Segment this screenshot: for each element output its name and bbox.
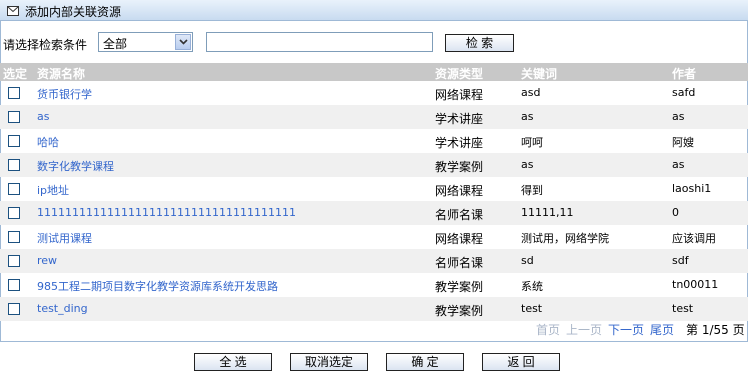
row-checkbox[interactable] [8, 303, 20, 315]
resource-name-link[interactable]: as [37, 110, 49, 123]
select-all-button[interactable]: 全 选 [194, 353, 272, 371]
resource-keywords: 系统 [521, 280, 543, 293]
resource-name-link[interactable]: 数字化教学课程 [37, 158, 114, 174]
resource-type: 教学案例 [435, 160, 484, 174]
resource-name-link[interactable]: rew [37, 254, 57, 267]
last-page-link[interactable]: 尾页 [650, 321, 674, 338]
prev-page-link[interactable]: 上一页 [566, 321, 602, 338]
table-row: 哈哈 学术讲座 呵呵 阿嫂 [0, 129, 748, 153]
resource-type: 学术讲座 [435, 112, 484, 126]
table-row: as 学术讲座 as as [0, 105, 748, 129]
resource-author: as [672, 110, 685, 123]
resource-keywords: 测试用，网络学院 [521, 232, 609, 245]
resource-type: 名师名课 [435, 208, 484, 222]
resource-name-link[interactable]: 1111111111111111111111111111111111111 [37, 206, 296, 219]
resource-keywords: asd [521, 86, 541, 99]
resource-author: laoshi1 [672, 182, 712, 195]
row-checkbox[interactable] [8, 135, 20, 147]
resource-name-link[interactable]: ip地址 [37, 182, 69, 198]
resource-type: 网络课程 [435, 184, 484, 198]
resource-type: 名师名课 [435, 256, 484, 270]
resource-author: sdf [672, 254, 689, 267]
deselect-button[interactable]: 取消选定 [290, 353, 368, 371]
first-page-link[interactable]: 首页 [536, 321, 560, 338]
resource-type: 网络课程 [435, 232, 484, 246]
search-input[interactable] [206, 32, 433, 52]
row-checkbox[interactable] [8, 255, 20, 267]
resource-author: safd [672, 86, 696, 99]
resource-name-link[interactable]: test_ding [37, 302, 88, 315]
resource-keywords: sd [521, 254, 534, 267]
table-row: 货币银行学 网络课程 asd safd [0, 81, 748, 105]
next-page-link[interactable]: 下一页 [608, 321, 644, 338]
resource-keywords: as [521, 158, 534, 171]
back-button[interactable]: 返 回 [482, 353, 560, 371]
search-condition-label: 请选择检索条件 [3, 38, 88, 52]
resource-type: 教学案例 [435, 280, 484, 294]
row-checkbox[interactable] [8, 159, 20, 171]
header-name: 资源名称 [37, 67, 86, 81]
table-row: 测试用课程 网络课程 测试用，网络学院 应该调用 [0, 225, 748, 249]
row-checkbox[interactable] [8, 87, 20, 99]
row-checkbox[interactable] [8, 183, 20, 195]
row-checkbox[interactable] [8, 207, 20, 219]
table-row: rew 名师名课 sd sdf [0, 249, 748, 273]
resource-author: 0 [672, 206, 679, 219]
resource-keywords: 得到 [521, 184, 543, 197]
page-status: 第 1/55 页 [686, 323, 745, 337]
search-condition-select[interactable]: 全部 [98, 32, 193, 52]
resource-type: 学术讲座 [435, 136, 484, 150]
window-title: 添加内部关联资源 [25, 5, 122, 19]
confirm-button[interactable]: 确 定 [386, 353, 464, 371]
header-select: 选定 [3, 67, 28, 81]
table-row: ip地址 网络课程 得到 laoshi1 [0, 177, 748, 201]
resource-name-link[interactable]: 哈哈 [37, 134, 59, 150]
resource-author: tn00011 [672, 278, 719, 291]
title-bar: 添加内部关联资源 [0, 0, 748, 21]
search-button[interactable]: 检 索 [445, 34, 514, 52]
table-row: test_ding 教学案例 test test [0, 297, 748, 321]
resource-keywords: test [521, 302, 543, 315]
row-checkbox[interactable] [8, 279, 20, 291]
search-condition-value: 全部 [103, 37, 128, 51]
resource-author: as [672, 158, 685, 171]
resource-author: test [672, 302, 694, 315]
table-row: 数字化教学课程 教学案例 as as [0, 153, 748, 177]
row-checkbox[interactable] [8, 111, 20, 123]
resource-keywords: as [521, 110, 534, 123]
envelope-icon [7, 5, 19, 19]
resource-type: 教学案例 [435, 304, 484, 318]
resource-name-link[interactable]: 货币银行学 [37, 86, 92, 102]
header-type: 资源类型 [435, 67, 484, 81]
resource-type: 网络课程 [435, 88, 484, 102]
header-author: 作者 [672, 67, 697, 81]
header-keywords: 关键词 [521, 67, 558, 81]
resource-keywords: 呵呵 [521, 136, 543, 149]
resource-author: 应该调用 [672, 232, 716, 245]
table-row: 1111111111111111111111111111111111111 名师… [0, 201, 748, 225]
resource-keywords: 11111,11 [521, 206, 574, 219]
resource-author: 阿嫂 [672, 136, 694, 149]
chevron-down-icon[interactable] [175, 34, 191, 50]
row-checkbox[interactable] [8, 231, 20, 243]
resource-name-link[interactable]: 测试用课程 [37, 230, 92, 246]
table-header: 选定 资源名称 资源类型 关键词 作者 [0, 63, 748, 81]
table-row: 985工程二期项目数字化教学资源库系统开发思路 教学案例 系统 tn00011 [0, 273, 748, 297]
resource-name-link[interactable]: 985工程二期项目数字化教学资源库系统开发思路 [37, 278, 278, 294]
